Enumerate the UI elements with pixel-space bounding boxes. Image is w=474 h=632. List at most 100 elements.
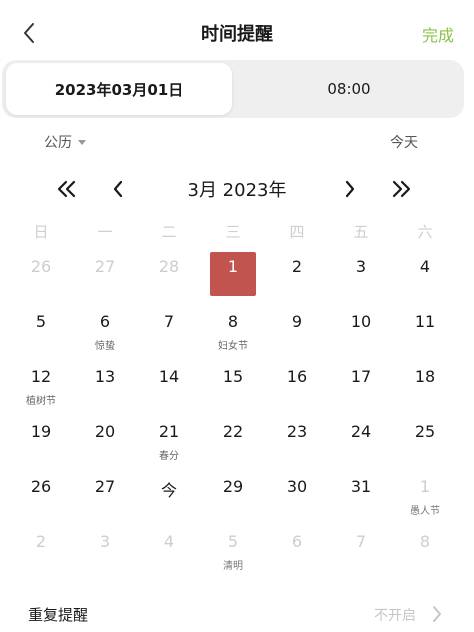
calendar-day[interactable]: 13 xyxy=(73,360,137,415)
calendar-day[interactable]: 21 春分 xyxy=(137,415,201,470)
calendar-day[interactable]: 5 xyxy=(9,305,73,360)
calendar-day[interactable]: 1 愚人节 xyxy=(393,470,457,525)
day-number: 25 xyxy=(414,422,436,441)
calendar-day[interactable]: 26 xyxy=(9,470,73,525)
calendar-day[interactable]: 10 xyxy=(329,305,393,360)
calendar-day[interactable]: 8 妇女节 xyxy=(201,305,265,360)
calendar-day[interactable]: 11 xyxy=(393,305,457,360)
calendar-day[interactable]: 26 xyxy=(9,250,73,305)
day-festival-label: 春分 xyxy=(159,451,179,462)
day-number: 4 xyxy=(163,532,175,551)
day-festival-label: 愚人节 xyxy=(410,506,440,517)
calendar-day[interactable]: 7 xyxy=(137,305,201,360)
calendar-day[interactable]: 27 xyxy=(73,250,137,305)
day-number: 10 xyxy=(350,312,372,331)
weekday-label: 四 xyxy=(289,222,305,241)
calendar-day-selected[interactable]: 1 xyxy=(201,250,265,305)
next-year-button[interactable] xyxy=(388,176,414,202)
calendar-day[interactable]: 17 xyxy=(329,360,393,415)
day-number: 2 xyxy=(291,257,303,276)
day-number: 6 xyxy=(291,532,303,551)
calendar-day[interactable]: 23 xyxy=(265,415,329,470)
page-title: 时间提醒 xyxy=(201,24,273,45)
calendar-day[interactable]: 19 xyxy=(9,415,73,470)
repeat-reminder-label: 重复提醒 xyxy=(28,606,89,624)
done-button[interactable]: 完成 xyxy=(422,22,454,46)
calendar-day[interactable]: 24 xyxy=(329,415,393,470)
calendar-day[interactable]: 28 xyxy=(137,250,201,305)
calendar-day[interactable]: 今 xyxy=(137,470,201,525)
datetime-segment: 2023年03月01日 08:00 xyxy=(2,60,464,118)
day-number: 14 xyxy=(158,367,180,386)
calendar-day[interactable]: 2 xyxy=(9,525,73,580)
day-festival-label: 清明 xyxy=(223,561,243,572)
day-number: 18 xyxy=(414,367,436,386)
calendar-day[interactable]: 31 xyxy=(329,470,393,525)
day-number: 21 xyxy=(158,422,180,441)
weekday-label: 五 xyxy=(353,222,369,241)
calendar-day[interactable]: 4 xyxy=(137,525,201,580)
next-month-button[interactable] xyxy=(340,176,360,202)
calendar-day[interactable]: 7 xyxy=(329,525,393,580)
calendar-day[interactable]: 3 xyxy=(329,250,393,305)
calendar-day[interactable]: 8 xyxy=(393,525,457,580)
chevron-left-icon xyxy=(24,23,34,43)
day-number: 11 xyxy=(414,312,436,331)
calendar-day[interactable]: 6 惊蛰 xyxy=(73,305,137,360)
day-number: 17 xyxy=(350,367,372,386)
chevron-left-icon xyxy=(113,180,123,198)
weekday-label: 二 xyxy=(161,222,177,241)
day-number: 27 xyxy=(94,477,116,496)
calendar-day[interactable]: 5 清明 xyxy=(201,525,265,580)
date-tab[interactable]: 2023年03月01日 xyxy=(6,63,232,115)
prev-month-button[interactable] xyxy=(108,176,128,202)
day-number: 26 xyxy=(30,257,52,276)
day-number: 3 xyxy=(355,257,367,276)
day-number: 20 xyxy=(94,422,116,441)
calendar-day[interactable]: 6 xyxy=(265,525,329,580)
time-tab[interactable]: 08:00 xyxy=(236,63,462,115)
day-number: 12 xyxy=(30,367,52,386)
calendar-day[interactable]: 20 xyxy=(73,415,137,470)
day-number: 22 xyxy=(222,422,244,441)
calendar-day[interactable]: 12 植树节 xyxy=(9,360,73,415)
calendar-day[interactable]: 27 xyxy=(73,470,137,525)
calendar-day[interactable]: 30 xyxy=(265,470,329,525)
calendar-day[interactable]: 4 xyxy=(393,250,457,305)
day-number: 27 xyxy=(94,257,116,276)
calendar-grid: 日 一 二 三 四 五 六 26 27 28 1 2 3 4 5 6 惊蛰 7 8 妇女节 9 10 11 12… xyxy=(9,212,457,580)
today-button[interactable]: 今天 xyxy=(390,132,418,152)
day-number: 7 xyxy=(163,312,175,331)
day-number: 4 xyxy=(419,257,431,276)
calendar-day[interactable]: 14 xyxy=(137,360,201,415)
weekday-label: 六 xyxy=(417,222,433,241)
day-number: 15 xyxy=(222,367,244,386)
day-number: 2 xyxy=(35,532,47,551)
day-number: 8 xyxy=(227,312,239,331)
calendar-day[interactable]: 16 xyxy=(265,360,329,415)
prev-year-button[interactable] xyxy=(54,176,80,202)
calendar-day[interactable]: 29 xyxy=(201,470,265,525)
calendar-day[interactable]: 25 xyxy=(393,415,457,470)
calendar-day[interactable]: 22 xyxy=(201,415,265,470)
repeat-reminder-row[interactable]: 重复提醒 不开启 xyxy=(0,596,474,632)
day-number: 29 xyxy=(222,477,244,496)
weekday-label: 一 xyxy=(97,222,113,241)
calendar-day[interactable]: 3 xyxy=(73,525,137,580)
repeat-reminder-value: 不开启 xyxy=(374,608,416,624)
day-festival-label: 妇女节 xyxy=(218,341,248,352)
day-number: 7 xyxy=(355,532,367,551)
calendar-day[interactable]: 18 xyxy=(393,360,457,415)
chevron-right-icon xyxy=(433,606,441,622)
calendar-type-dropdown[interactable]: 公历 xyxy=(44,132,86,152)
day-number: 1 xyxy=(419,477,431,496)
back-button[interactable] xyxy=(16,18,42,48)
weekday-label: 日 xyxy=(33,222,49,241)
day-festival-label: 惊蛰 xyxy=(95,341,115,352)
day-number: 16 xyxy=(286,367,308,386)
day-number: 3 xyxy=(99,532,111,551)
calendar-day[interactable]: 2 xyxy=(265,250,329,305)
double-chevron-right-icon xyxy=(392,180,411,198)
calendar-day[interactable]: 15 xyxy=(201,360,265,415)
calendar-day[interactable]: 9 xyxy=(265,305,329,360)
